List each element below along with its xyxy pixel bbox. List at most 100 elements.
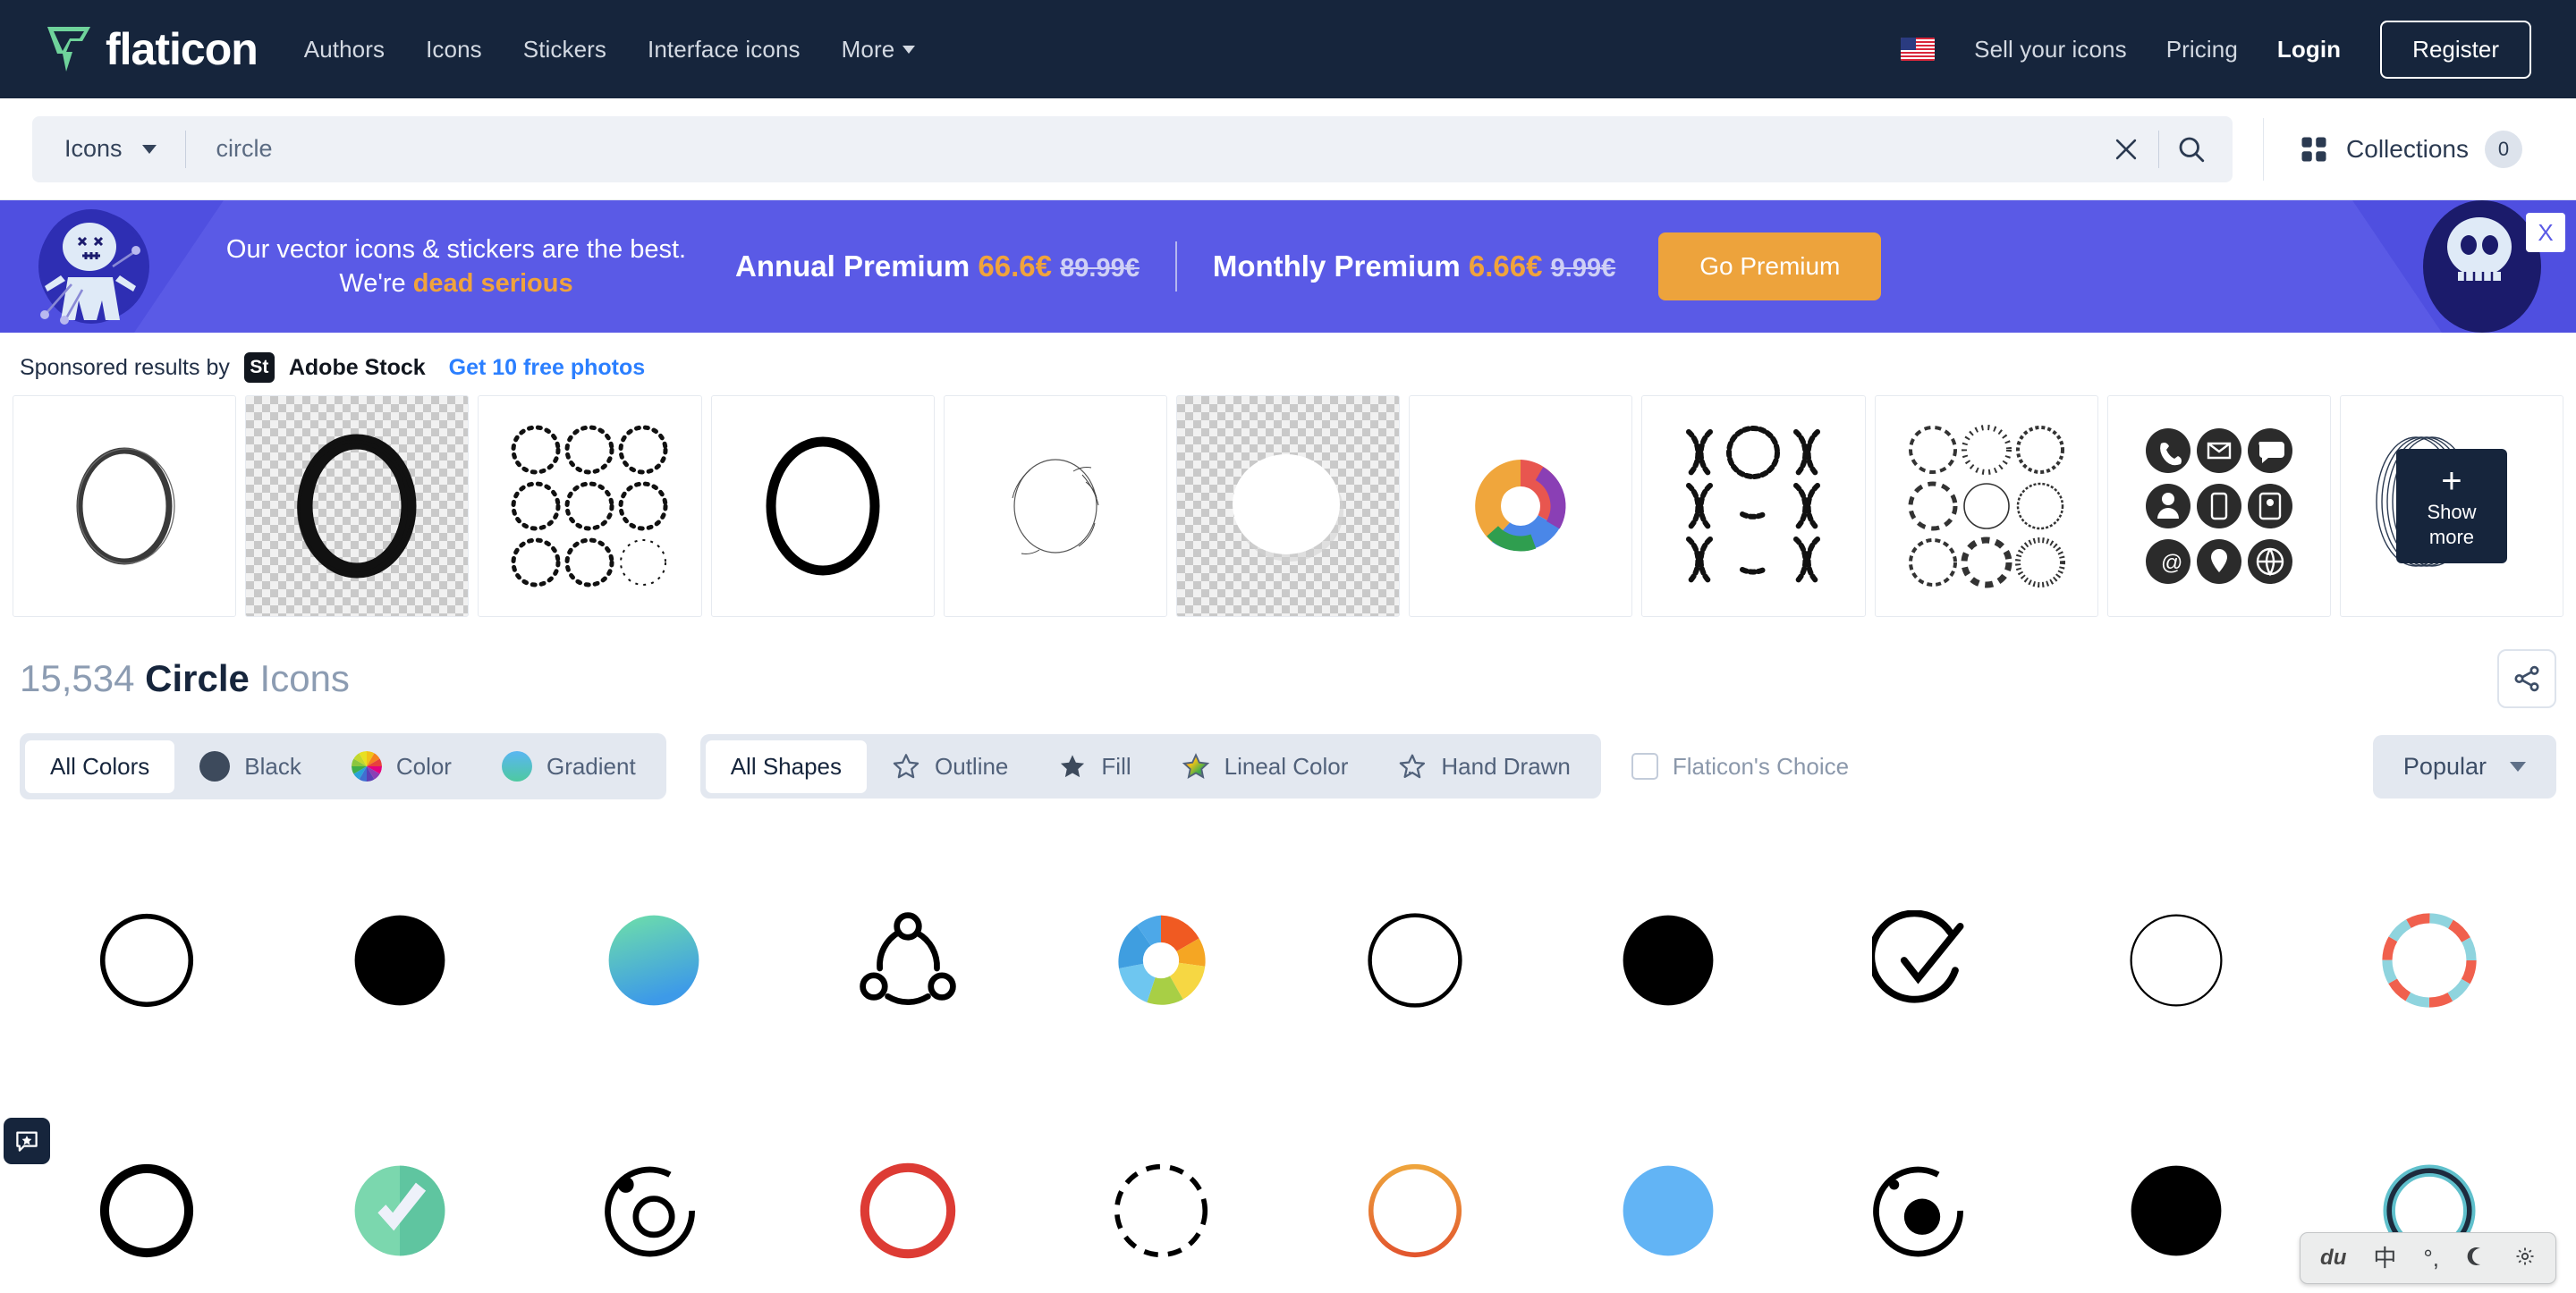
thin-circle-outline-icon xyxy=(1368,913,1462,1008)
black-solid-circle-icon xyxy=(1623,915,1714,1006)
filter-all-shapes[interactable]: All Shapes xyxy=(705,739,868,793)
icon-result-orange-circle-outline[interactable] xyxy=(1288,1086,1542,1293)
stock-thumbnail-leaf-wreath[interactable] xyxy=(943,395,1167,617)
annual-old-price: 89.99€ xyxy=(1060,254,1140,283)
annual-price: 66.6€ xyxy=(978,249,1052,283)
checkbox-icon[interactable] xyxy=(1631,753,1658,780)
filter-black[interactable]: Black xyxy=(174,739,326,794)
clear-search-button[interactable] xyxy=(2094,117,2158,182)
icon-result-dashed-circle[interactable] xyxy=(1034,1086,1288,1293)
feedback-button[interactable] xyxy=(4,1118,50,1164)
stock-thumbnail-color-wheel[interactable] xyxy=(1409,395,1633,617)
top-navigation-bar: flaticon Authors Icons Stickers Interfac… xyxy=(0,0,2576,98)
nav-item-stickers[interactable]: Stickers xyxy=(523,36,606,63)
collections-button[interactable]: Collections 0 xyxy=(2263,117,2544,181)
nav-item-sell-your-icons[interactable]: Sell your icons xyxy=(1974,36,2127,63)
icon-result-circle-check[interactable] xyxy=(1795,835,2049,1086)
icon-result-red-circle-outline[interactable] xyxy=(781,1086,1035,1293)
go-premium-button[interactable]: Go Premium xyxy=(1658,232,1882,300)
decorative-circles-thumbnail xyxy=(1908,425,2065,588)
filter-fill[interactable]: Fill xyxy=(1033,739,1156,793)
icon-result-radio-selected[interactable] xyxy=(1795,1086,2049,1293)
icon-result-green-check-circle[interactable] xyxy=(274,1086,528,1293)
results-suffix: Icons xyxy=(259,657,350,699)
icon-result-hairline-circle[interactable] xyxy=(2049,835,2303,1086)
ime-punctuation-mode[interactable]: °, xyxy=(2423,1247,2439,1270)
ime-logo[interactable]: du xyxy=(2320,1247,2346,1269)
adobe-stock-name: Adobe Stock xyxy=(288,354,426,380)
stock-thumbnail-ink-circle[interactable] xyxy=(245,395,470,617)
search-submit-button[interactable] xyxy=(2159,117,2224,182)
share-button[interactable] xyxy=(2497,649,2556,708)
collections-label: Collections xyxy=(2346,134,2469,163)
icon-result-circle-outline[interactable] xyxy=(20,835,274,1086)
icon-result-target-circle[interactable] xyxy=(527,1086,781,1293)
filter-all-colors[interactable]: All Colors xyxy=(25,739,175,793)
promo-right-decoration xyxy=(2352,200,2576,333)
stock-thumbnail-white-circle-shadow[interactable] xyxy=(1175,395,1401,617)
stock-thumbnail-decorative-circles[interactable] xyxy=(1874,395,2098,617)
gradient-circle-icon xyxy=(608,915,699,1006)
gear-icon[interactable] xyxy=(2514,1246,2536,1271)
contact-icons-circle-thumbnail: @ xyxy=(2145,428,2292,584)
moon-icon[interactable] xyxy=(2466,1246,2487,1271)
filter-outline[interactable]: Outline xyxy=(867,739,1033,793)
filter-label: Flaticon's Choice xyxy=(1672,752,1850,780)
nav-item-icons[interactable]: Icons xyxy=(426,36,482,63)
stock-thumbnail-laurel-wreaths[interactable] xyxy=(1641,395,1866,617)
primary-nav: Authors Icons Stickers Interface icons M… xyxy=(304,36,916,63)
show-more-overlay[interactable]: + Show more xyxy=(2395,449,2507,563)
stock-thumbnail-dotted-circles[interactable] xyxy=(478,395,702,617)
stock-thumbnail-show-more[interactable]: + Show more xyxy=(2339,395,2564,617)
search-type-dropdown[interactable]: Icons xyxy=(32,135,185,163)
login-link[interactable]: Login xyxy=(2277,36,2341,63)
filter-label: Fill xyxy=(1101,752,1131,780)
stock-thumbnail-contact-icons[interactable]: @ xyxy=(2106,395,2331,617)
monthly-label: Monthly Premium xyxy=(1212,249,1461,283)
filter-label: Lineal Color xyxy=(1224,752,1349,780)
icon-result-thin-circle-outline[interactable] xyxy=(1288,835,1542,1086)
monthly-old-price: 9.99€ xyxy=(1550,254,1616,283)
get-free-photos-link[interactable]: Get 10 free photos xyxy=(449,355,646,381)
bold-circle-thumbnail xyxy=(766,436,880,576)
star-outline-icon xyxy=(893,754,919,779)
icon-result-black-filled-circle[interactable] xyxy=(2049,1086,2303,1293)
search-input[interactable] xyxy=(185,135,2095,163)
stock-thumbnail-brush-circle[interactable] xyxy=(13,395,237,617)
filter-gradient[interactable]: Gradient xyxy=(477,739,661,794)
ink-circle-thumbnail xyxy=(297,434,417,579)
dotted-circles-grid-thumbnail xyxy=(511,425,668,587)
nav-item-interface-icons[interactable]: Interface icons xyxy=(648,36,801,63)
icon-result-black-solid-circle[interactable] xyxy=(1542,835,1796,1086)
color-filter-group: All Colors Black Color Gradient xyxy=(20,733,666,799)
brand-logo[interactable]: flaticon xyxy=(45,23,258,75)
icon-result-thick-circle-outline[interactable] xyxy=(20,1086,274,1293)
nav-item-authors[interactable]: Authors xyxy=(304,36,385,63)
stock-thumbnail-bold-circle[interactable] xyxy=(710,395,935,617)
show-more-line-2: more xyxy=(2428,526,2475,548)
icon-result-share-network-circle[interactable] xyxy=(781,835,1035,1086)
ime-language-mode[interactable]: 中 xyxy=(2373,1247,2396,1270)
promo-line-2-highlight: dead serious xyxy=(412,269,573,298)
icon-result-dashed-color-ring[interactable] xyxy=(2302,835,2556,1086)
icon-result-circle-filled[interactable] xyxy=(274,835,528,1086)
nav-item-pricing[interactable]: Pricing xyxy=(2166,36,2238,63)
us-flag-icon[interactable] xyxy=(1901,38,1936,61)
filter-flaticons-choice[interactable]: Flaticon's Choice xyxy=(1615,753,1849,781)
filter-hand-drawn[interactable]: Hand Drawn xyxy=(1373,739,1596,793)
icon-result-blue-filled-circle[interactable] xyxy=(1542,1086,1796,1293)
register-button[interactable]: Register xyxy=(2380,20,2531,79)
sort-dropdown[interactable]: Popular xyxy=(2372,734,2556,799)
hairline-circle-icon xyxy=(2130,914,2223,1007)
filter-color[interactable]: Color xyxy=(326,739,477,794)
nav-item-more[interactable]: More xyxy=(842,36,916,63)
collections-count-badge: 0 xyxy=(2485,130,2522,168)
search-bar-row: Icons Collections 0 xyxy=(0,98,2576,200)
chevron-down-icon xyxy=(2510,761,2526,772)
filter-lineal-color[interactable]: Lineal Color xyxy=(1157,739,1374,793)
gradient-circle-icon xyxy=(501,751,532,782)
icon-result-color-pie-chart[interactable] xyxy=(1034,835,1288,1086)
icon-result-gradient-circle[interactable] xyxy=(527,835,781,1086)
share-icon xyxy=(2514,665,2539,692)
close-promo-button[interactable]: X xyxy=(2526,213,2565,252)
